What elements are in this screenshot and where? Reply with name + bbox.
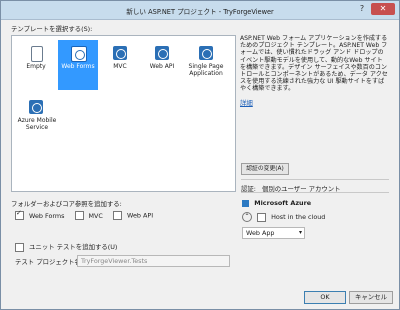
azure-service-value: Web App [246,229,275,237]
folders-label: フォルダーおよびコア参照を追加する: [11,200,122,208]
azure-mobile-icon [29,100,43,114]
mvc-icon [113,46,127,60]
empty-page-icon [31,46,43,62]
template-azure-mobile[interactable]: Azure Mobile Service [16,94,58,144]
template-spa[interactable]: Single Page Application [182,40,230,90]
folders-options: Web Forms MVC Web API [15,209,154,220]
azure-service-select[interactable]: Web App ▾ [242,227,305,239]
details-link[interactable]: 詳細 [240,98,388,107]
unit-test-label: ユニット テストを追加する(U) [29,243,118,251]
template-label: Web API [149,63,175,70]
template-label: Empty [26,63,46,70]
azure-title: Microsoft Azure [254,199,312,207]
azure-heading: Microsoft Azure [242,199,311,207]
template-label: Web Forms [61,63,95,70]
azure-separator [241,192,389,193]
ok-button[interactable]: OK [304,291,346,304]
description-panel: ASP.NET Web フォーム アプリケーションを作成するためのプロジェクト … [240,35,388,107]
description-text: ASP.NET Web フォーム アプリケーションを作成するためのプロジェクト … [240,35,388,93]
host-in-cloud-row: ⌃ Host in the cloud [242,212,325,222]
title-bar: 新しい ASP.NET プロジェクト - TryForgeViewer ? ✕ [1,1,399,20]
chevron-down-icon: ▾ [298,229,302,236]
template-label: Azure Mobile Service [17,117,57,131]
spa-icon [199,46,213,60]
change-auth-button[interactable]: 認証の変更(A) [241,163,289,175]
host-in-cloud-label: Host in the cloud [271,213,326,221]
cancel-button[interactable]: キャンセル [349,291,393,304]
template-section-label: テンプレートを選択する(S): [11,25,93,33]
unit-test-row: ユニット テストを追加する(U) [15,242,117,252]
webforms-checkbox[interactable] [15,209,24,220]
webapi-checkbox[interactable] [112,211,122,220]
window-title: 新しい ASP.NET プロジェクト - TryForgeViewer [126,8,274,16]
template-empty[interactable]: Empty [16,40,56,90]
template-mvc[interactable]: MVC [100,40,140,90]
webapi-label: Web API [127,211,154,220]
mvc-checkbox[interactable] [74,211,84,220]
auth-row: 認証: 個別のユーザー アカウント [241,179,389,193]
template-list: Empty Web Forms MVC Web API Single Page … [11,35,236,192]
webforms-label: Web Forms [29,211,65,220]
dialog-window: 新しい ASP.NET プロジェクト - TryForgeViewer ? ✕ … [0,0,400,310]
template-label: Single Page Application [188,63,224,77]
web-api-icon [155,46,169,60]
template-web-api[interactable]: Web API [142,40,182,90]
collapse-chevron-icon[interactable]: ⌃ [242,212,252,222]
unit-test-checkbox[interactable] [15,242,24,252]
template-web-forms[interactable]: Web Forms [58,40,98,90]
azure-logo-icon [242,199,249,207]
mvc-label: MVC [88,211,103,220]
host-in-cloud-checkbox[interactable] [257,212,267,222]
test-project-name-field[interactable]: TryForgeViewer.Tests [77,255,230,267]
close-button[interactable]: ✕ [371,3,395,15]
web-forms-icon [71,46,87,62]
template-label: MVC [113,63,127,70]
help-button[interactable]: ? [355,3,369,15]
